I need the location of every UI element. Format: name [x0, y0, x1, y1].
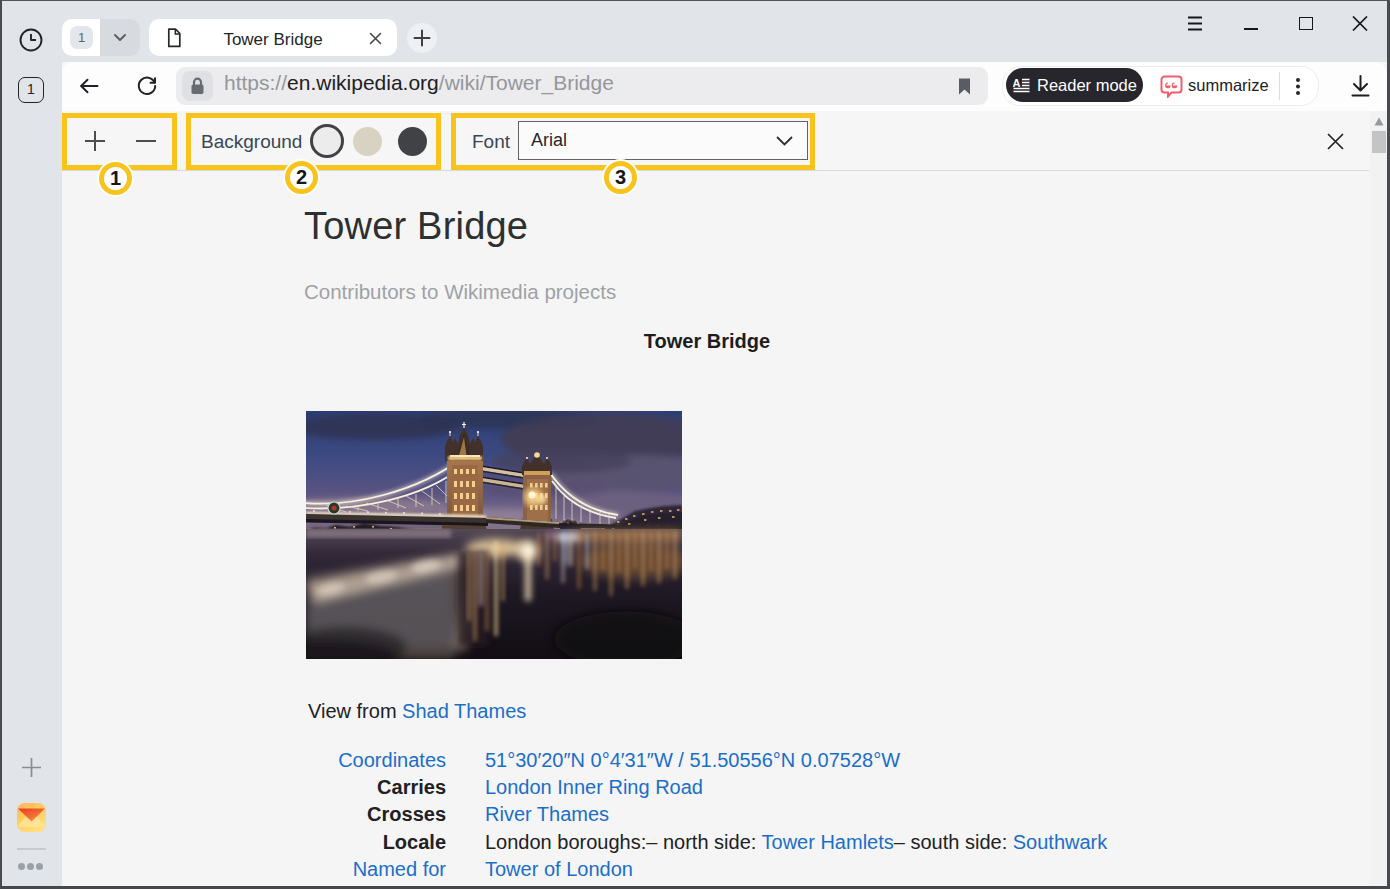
svg-text:A: A: [1013, 77, 1021, 89]
